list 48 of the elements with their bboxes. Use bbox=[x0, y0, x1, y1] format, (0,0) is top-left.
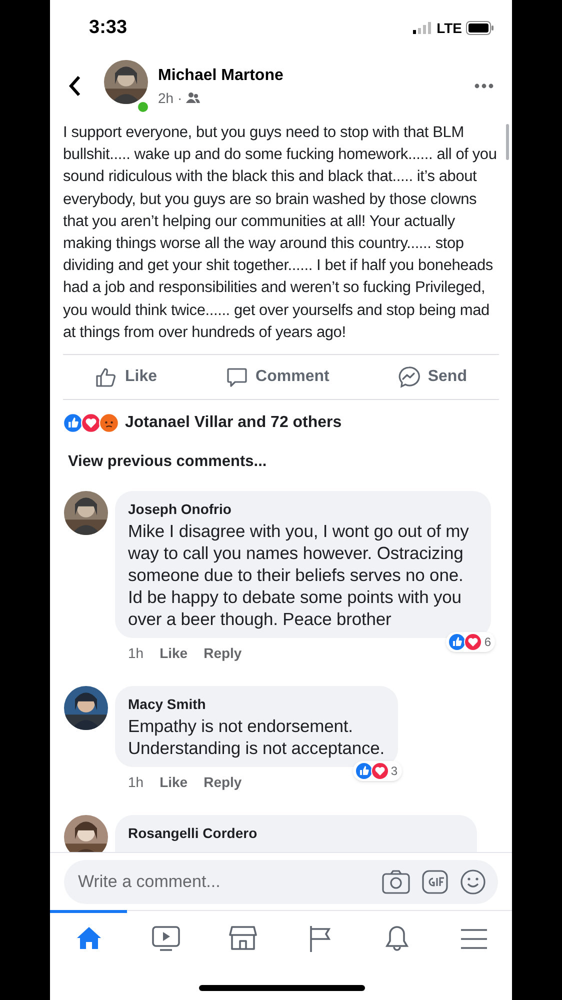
send-button[interactable]: Send bbox=[398, 365, 467, 390]
post-text: I support everyone, but you guys need to stop with that BLM bullshit..... wake up and do some fucking homework...... all of you sound ridiculous with the black this and black that..... it’s about everybody, but you guys are so brain washed by those clowns that you aren’t helping our communities at all! Your actually making things worse all the way around this country...... stop dividing and get your shit together...... I bet if half you boneheads had a job and responsibilities and weren’t so fucking Privileged, you would think twice...... get over yourselfs and stop being mad at things from over hundreds of years ago! bbox=[63, 123, 498, 343]
view-previous-comments-link[interactable]: View previous comments... bbox=[50, 446, 512, 492]
angry-reaction-icon bbox=[99, 413, 119, 434]
send-icon bbox=[398, 366, 420, 388]
reply-link[interactable]: Reply bbox=[204, 772, 242, 794]
reaction-count: 6 bbox=[484, 634, 491, 652]
comment-time: 1h bbox=[128, 773, 144, 792]
reactions-summary[interactable]: Jotanael Villar and 72 others bbox=[125, 411, 342, 436]
comment-text: Mike I disagree with you, I wont go out of my way to call you names however. Ostracizing someone due to their beliefs serves no one. Id be happy to debate some points with you over a beer though. Peace brother bbox=[128, 520, 470, 630]
emoji-icon[interactable] bbox=[460, 869, 486, 895]
comment-icon bbox=[226, 366, 248, 388]
gif-icon[interactable] bbox=[422, 870, 448, 894]
author-name[interactable]: Michael Martone bbox=[158, 64, 474, 88]
scrollbar bbox=[506, 124, 509, 160]
love-reaction-icon bbox=[464, 633, 482, 652]
camera-icon[interactable] bbox=[382, 870, 410, 894]
commenter-name[interactable]: Rosangelli Cordero bbox=[128, 823, 464, 844]
like-button[interactable]: Like bbox=[95, 365, 158, 390]
like-reaction-icon bbox=[448, 633, 466, 652]
comment-text: Empathy is not endorsement. Understanding is not acceptance. bbox=[128, 715, 385, 760]
clock-time: 3:33 bbox=[89, 16, 128, 40]
commenter-name[interactable]: Joseph Onofrio bbox=[128, 499, 478, 520]
commenter-name[interactable]: Macy Smith bbox=[128, 694, 385, 716]
like-icon bbox=[95, 366, 117, 388]
reply-link[interactable]: Reply bbox=[204, 643, 242, 664]
network-label: LTE bbox=[436, 18, 462, 38]
reaction-count-badge[interactable]: 6 bbox=[446, 632, 495, 652]
signal-icon bbox=[412, 22, 433, 34]
like-reaction-icon bbox=[354, 762, 373, 780]
like-reaction-icon bbox=[63, 413, 83, 434]
more-options-icon[interactable] bbox=[474, 83, 494, 89]
comment-input-field[interactable]: Write a comment... bbox=[64, 860, 498, 904]
comment-button[interactable]: Comment bbox=[226, 365, 330, 390]
like-link[interactable]: Like bbox=[160, 772, 188, 794]
battery-icon bbox=[466, 21, 494, 35]
post-time: 2h · bbox=[158, 88, 182, 108]
reaction-count: 3 bbox=[390, 763, 398, 780]
friends-icon bbox=[186, 92, 200, 104]
love-reaction-icon bbox=[370, 762, 389, 780]
like-link[interactable]: Like bbox=[160, 643, 188, 664]
love-reaction-icon bbox=[81, 413, 101, 434]
bell-icon bbox=[382, 924, 410, 952]
shop-icon bbox=[228, 924, 256, 952]
reaction-count-badge[interactable]: 3 bbox=[352, 761, 402, 782]
comment-time: 1h bbox=[128, 644, 144, 664]
back-icon[interactable] bbox=[68, 75, 82, 97]
video-icon bbox=[152, 924, 180, 952]
